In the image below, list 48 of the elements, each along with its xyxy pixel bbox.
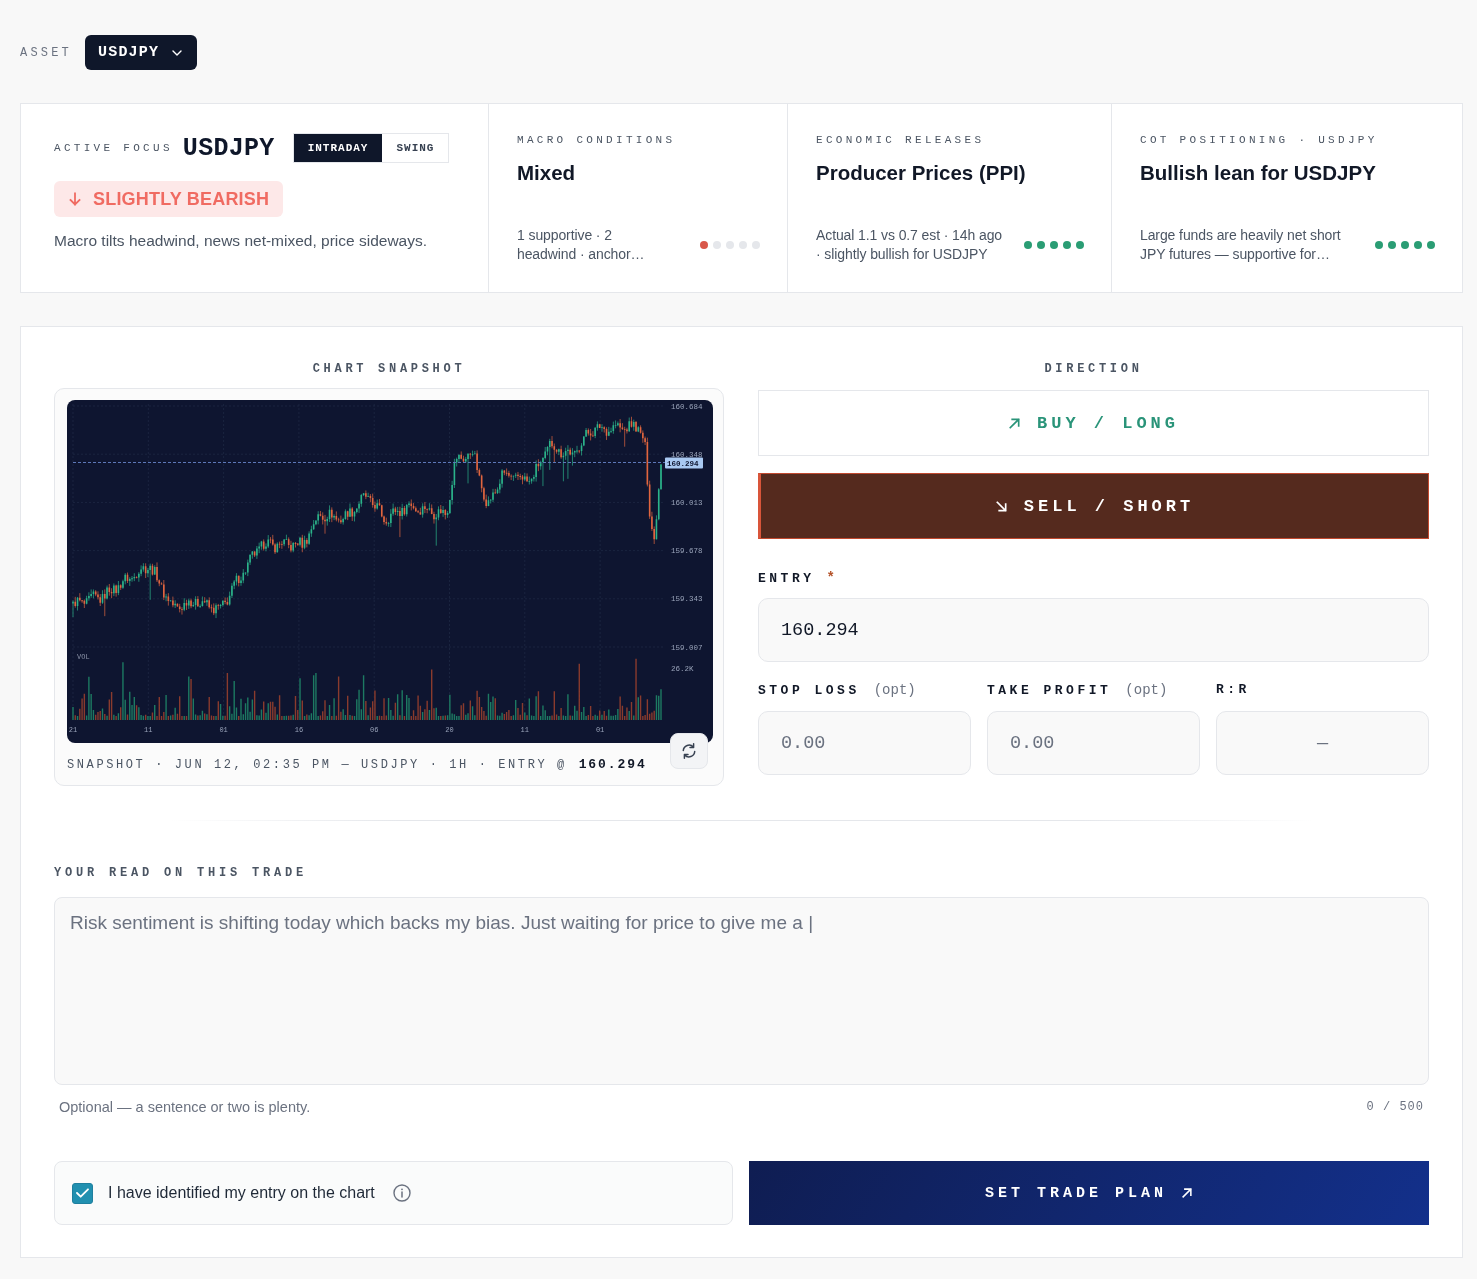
optional-hint: (opt) [873,682,916,698]
field-label: STOP LOSS [758,683,860,699]
card-label: COT POSITIONING · USDJPY [1140,134,1379,147]
checkbox-label: I have identified my entry on the chart [108,1184,375,1202]
focus-symbol: USDJPY [182,133,275,163]
sell-short-button[interactable]: SELL / SHORT [758,473,1429,539]
card-title: Producer Prices (PPI) [816,160,1027,186]
arrow-up-right-icon [1181,1187,1193,1199]
checkbox[interactable] [72,1182,93,1204]
character-counter: 0 / 500 [1366,1099,1424,1116]
field-label: ENTRY [758,571,815,587]
price-field[interactable]: 0.00 [987,711,1200,775]
card-detail: Large funds are heavily net short JPY futures — supportive for… [1140,226,1342,264]
refresh-button[interactable] [670,733,708,769]
refresh-icon [680,742,698,760]
section-label: CHART SNAPSHOT [311,362,467,376]
card-title: Bullish lean for USDJPY [1140,160,1377,186]
section-label: YOUR READ ON THIS TRADE [54,866,309,880]
checkmark-icon [76,1188,89,1198]
risk-reward-field[interactable]: — [1216,711,1429,775]
optional-hint: (opt) [1125,682,1168,698]
field-label: TAKE PROFIT [987,683,1112,699]
card-label: MACRO CONDITIONS [517,134,677,147]
buy-long-button[interactable]: BUY / LONG [758,390,1429,456]
section-label: DIRECTION [1043,362,1144,376]
timeframe-tab[interactable]: INTRADAY [293,134,383,162]
field-label: R:R [1216,682,1250,698]
card-label: ECONOMIC RELEASES [816,134,986,147]
asset-dropdown[interactable]: USDJPY [85,35,198,70]
card-detail: 1 supportive · 2 headwind · anchor… [517,226,646,264]
asset-label: ASSET [20,45,72,60]
entry-price-field[interactable]: 160.294 [758,598,1429,662]
arrow-up-right-icon [1008,416,1021,430]
price-field[interactable]: 0.00 [758,711,971,775]
notes-field[interactable]: Risk sentiment is shifting today which backs my bias. Just waiting for price to give me a | [54,897,1429,1085]
info-icon[interactable] [392,1184,411,1202]
arrow-down-icon [68,192,82,206]
arrow-down-right-icon [994,499,1008,513]
helper-text: Optional — a sentence or two is plenty. [59,1099,311,1116]
sentiment-label: SLIGHTLY BEARISH [93,188,270,210]
card-title: Mixed [517,160,577,186]
required-mark: * [826,570,835,586]
card-detail: Actual 1.1 vs 0.7 est · 14h ago · slightly bullish for USDJPY [816,226,1004,264]
snapshot-caption: SNAPSHOT · JUN 12, 02:35 PM — USDJPY · 1H · ENTRY @ 160.294 [67,756,647,772]
focus-label: ACTIVE FOCUS [54,142,173,154]
focus-summary: Macro tilts headwind, news net-mixed, price sideways. [54,231,428,251]
chevron-down-icon [172,49,183,56]
set-trade-plan-button[interactable]: SET TRADE PLAN [749,1161,1429,1225]
